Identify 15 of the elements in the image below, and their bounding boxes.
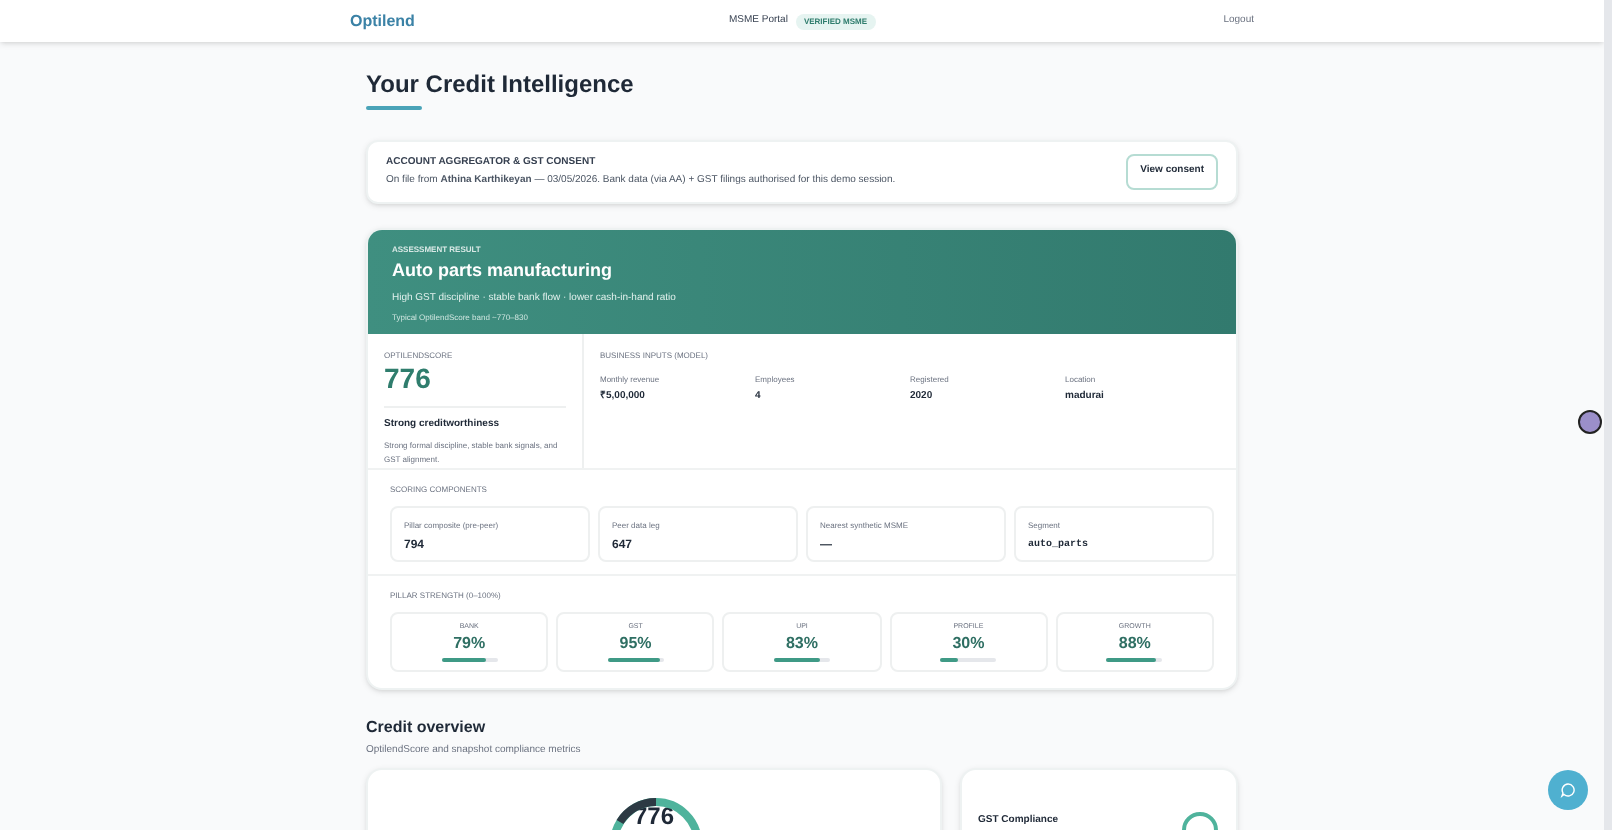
pillar-reading: 95% bbox=[619, 634, 652, 655]
pillar-reading: 30% bbox=[952, 634, 985, 655]
score-value: 776 bbox=[384, 362, 566, 408]
title-underline bbox=[366, 106, 422, 110]
pillar-reading: 88% bbox=[1118, 634, 1151, 655]
chat-button[interactable] bbox=[1548, 770, 1588, 810]
pillar-reading: 79% bbox=[453, 634, 486, 655]
page-title: Your Credit Intelligence bbox=[366, 68, 636, 100]
banner-title: Auto parts manufacturing bbox=[392, 258, 615, 284]
avatar[interactable] bbox=[1578, 410, 1602, 434]
ring-score: 776 bbox=[633, 801, 675, 829]
pillar-reading: 83% bbox=[785, 634, 818, 655]
overview-title: Credit overview bbox=[366, 716, 488, 740]
chat-bubble-icon bbox=[1560, 782, 1576, 798]
logo[interactable]: Optilend bbox=[350, 9, 590, 33]
